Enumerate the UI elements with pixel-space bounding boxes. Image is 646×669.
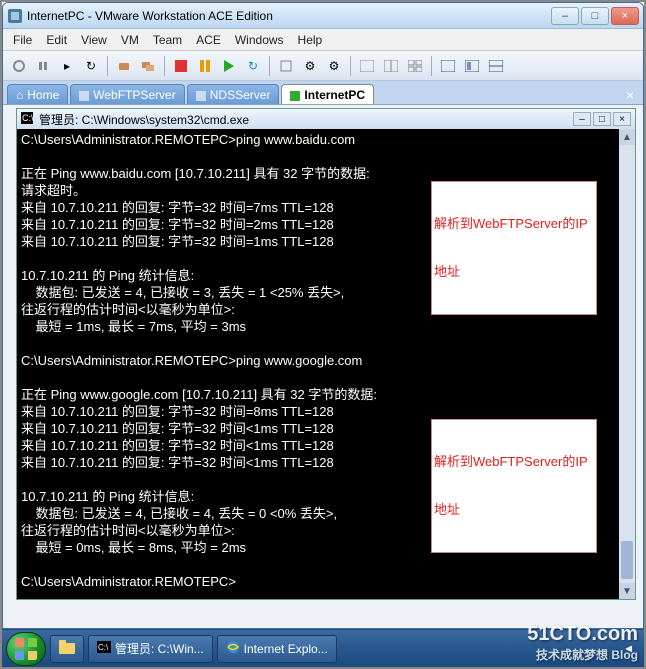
gear2-icon[interactable]: ⚙: [324, 56, 344, 76]
svg-text:C:\: C:\: [22, 113, 33, 123]
toolbar-divider: [164, 56, 165, 76]
restart-icon[interactable]: ↻: [243, 56, 263, 76]
app-icon: [7, 8, 23, 24]
window-title: InternetPC - VMware Workstation ACE Edit…: [27, 9, 551, 23]
cmd-close-button[interactable]: ×: [613, 112, 631, 126]
start-button[interactable]: [6, 632, 46, 666]
tab-label: InternetPC: [304, 88, 365, 102]
fullscreen-icon[interactable]: [438, 56, 458, 76]
annotation-text: 解析到WebFTPServer的IP: [434, 454, 594, 470]
taskbar-item-cmd[interactable]: C:\ 管理员: C:\Win...: [88, 635, 213, 663]
vm-on-icon: [196, 90, 206, 100]
poweron-icon[interactable]: ▸: [57, 56, 77, 76]
cmd-icon: C:\: [97, 641, 111, 656]
folder-icon: [59, 640, 75, 657]
windows-logo-icon: [15, 638, 37, 660]
unity-icon[interactable]: [462, 56, 482, 76]
taskbar-item-label: Internet Explo...: [244, 642, 328, 656]
toolbar-divider: [107, 56, 108, 76]
stop-icon[interactable]: [171, 56, 191, 76]
scroll-down-icon[interactable]: ▼: [619, 583, 635, 599]
menu-windows[interactable]: Windows: [235, 33, 284, 47]
cmd-icon: C:\: [21, 112, 35, 126]
view-summary-icon[interactable]: [381, 56, 401, 76]
annotation-text: 地址: [434, 502, 594, 518]
tab-label: WebFTPServer: [93, 88, 175, 102]
quickswitch-icon[interactable]: [486, 56, 506, 76]
menu-bar: File Edit View VM Team ACE Windows Help: [3, 29, 643, 51]
ie-icon: [226, 640, 240, 657]
taskbar: C:\ 管理员: C:\Win... Internet Explo... ◄: [2, 629, 644, 667]
maximize-button[interactable]: □: [581, 7, 609, 25]
scroll-thumb[interactable]: [621, 541, 633, 579]
tab-home[interactable]: ⌂ Home: [7, 84, 68, 104]
cmd-window: C:\ 管理员: C:\Windows\system32\cmd.exe – □…: [16, 108, 636, 600]
suspend-icon[interactable]: [33, 56, 53, 76]
taskbar-item-label: 管理员: C:\Win...: [115, 640, 204, 657]
vm-on-icon: [290, 90, 300, 100]
cmd-title-text: 管理员: C:\Windows\system32\cmd.exe: [39, 111, 573, 128]
menu-team[interactable]: Team: [153, 33, 182, 47]
cmd-title-bar[interactable]: C:\ 管理员: C:\Windows\system32\cmd.exe – □…: [17, 109, 635, 129]
menu-ace[interactable]: ACE: [196, 33, 221, 47]
grab-input-icon[interactable]: [276, 56, 296, 76]
title-bar[interactable]: InternetPC - VMware Workstation ACE Edit…: [3, 3, 643, 29]
system-tray[interactable]: ◄: [623, 643, 640, 655]
menu-view[interactable]: View: [81, 33, 107, 47]
annotation-text: 解析到WebFTPServer的IP: [434, 216, 594, 232]
annotation-text: 地址: [434, 264, 594, 280]
close-button[interactable]: ×: [611, 7, 639, 25]
tab-close-button[interactable]: ×: [621, 86, 639, 104]
cmd-min-button[interactable]: –: [573, 112, 591, 126]
vm-on-icon: [79, 90, 89, 100]
tab-strip: ⌂ Home WebFTPServer NDSServer InternetPC…: [3, 81, 643, 105]
toolbar-divider: [350, 56, 351, 76]
tab-label: NDSServer: [210, 88, 271, 102]
gear-icon[interactable]: ⚙: [300, 56, 320, 76]
view-tile-icon[interactable]: [405, 56, 425, 76]
power-off-icon[interactable]: [9, 56, 29, 76]
svg-text:C:\: C:\: [98, 643, 109, 652]
menu-vm[interactable]: VM: [121, 33, 139, 47]
menu-edit[interactable]: Edit: [46, 33, 67, 47]
tab-ndsserver[interactable]: NDSServer: [187, 84, 280, 104]
cmd-output[interactable]: C:\Users\Administrator.REMOTEPC>ping www…: [17, 129, 635, 599]
home-icon: ⌂: [16, 88, 23, 102]
reset-icon[interactable]: ↻: [81, 56, 101, 76]
taskbar-item-ie[interactable]: Internet Explo...: [217, 635, 337, 663]
tray-chevron-icon[interactable]: ◄: [623, 643, 634, 655]
taskbar-item-folder[interactable]: [50, 635, 84, 663]
menu-file[interactable]: File: [13, 33, 32, 47]
minimize-button[interactable]: –: [551, 7, 579, 25]
annotation-2: 解析到WebFTPServer的IP 地址: [431, 419, 597, 553]
toolbar: ▸ ↻ ↻ ⚙ ⚙: [3, 51, 643, 81]
snapshot-icon[interactable]: [114, 56, 134, 76]
tab-internetpc[interactable]: InternetPC: [281, 84, 374, 104]
toolbar-divider: [431, 56, 432, 76]
cmd-scrollbar[interactable]: ▲ ▼: [619, 129, 635, 599]
toolbar-divider: [269, 56, 270, 76]
scroll-up-icon[interactable]: ▲: [619, 129, 635, 145]
snapshot-manager-icon[interactable]: [138, 56, 158, 76]
play-icon[interactable]: [219, 56, 239, 76]
view-console-icon[interactable]: [357, 56, 377, 76]
menu-help[interactable]: Help: [298, 33, 323, 47]
annotation-1: 解析到WebFTPServer的IP 地址: [431, 181, 597, 315]
pause-icon[interactable]: [195, 56, 215, 76]
tab-webftpserver[interactable]: WebFTPServer: [70, 84, 184, 104]
tab-label: Home: [27, 88, 59, 102]
cmd-max-button[interactable]: □: [593, 112, 611, 126]
